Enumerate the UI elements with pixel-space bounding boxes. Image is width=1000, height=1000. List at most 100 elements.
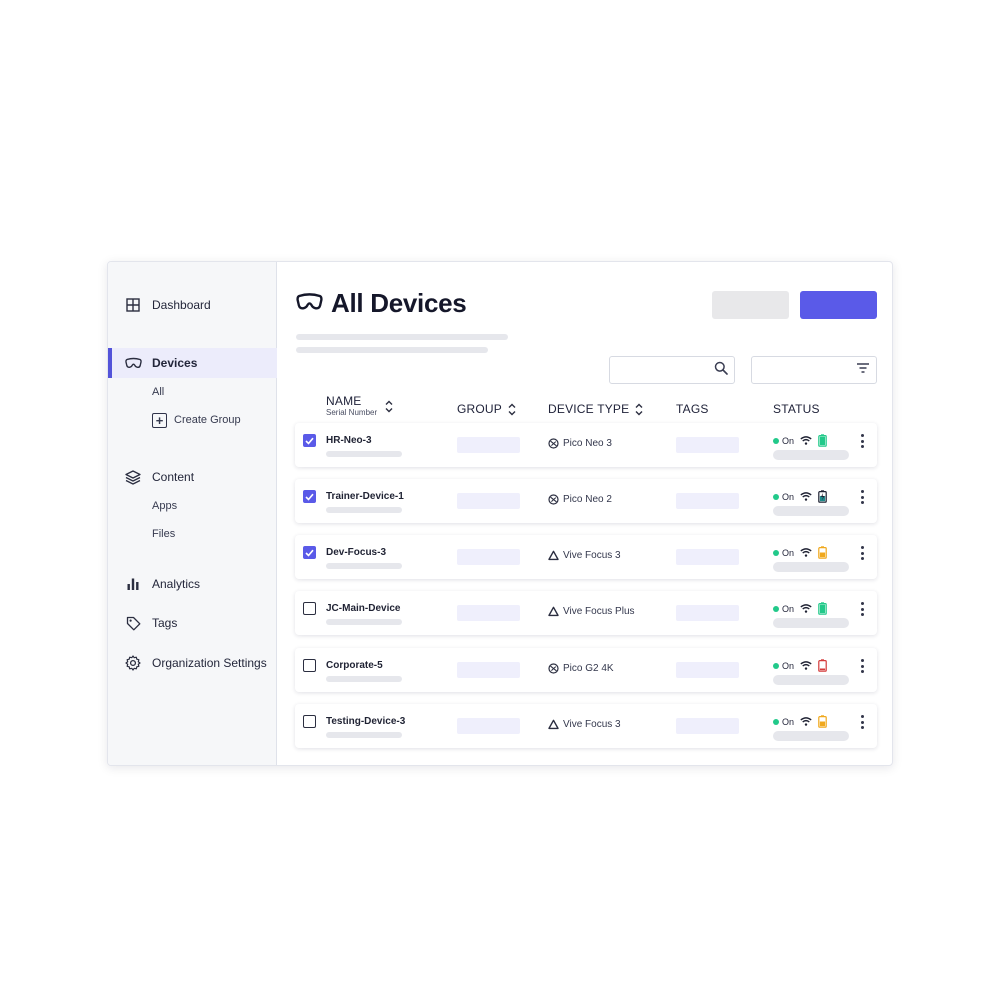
device-type-label: Vive Focus 3 (563, 550, 621, 561)
serial-number-placeholder (326, 732, 402, 738)
more-options-icon[interactable] (858, 490, 866, 504)
table-row[interactable]: Testing-Device-3 Vive Focus 3 On (295, 704, 877, 748)
sidebar-item-dashboard[interactable]: Dashboard (108, 290, 277, 320)
online-indicator (773, 605, 779, 612)
table-row[interactable]: JC-Main-Device Vive Focus Plus On (295, 591, 877, 635)
status-label: On (782, 716, 795, 727)
tags-placeholder (676, 493, 739, 509)
serial-number-placeholder (326, 451, 402, 457)
sidebar-item-devices[interactable]: Devices (108, 348, 277, 378)
column-header-device-type[interactable]: DEVICE TYPE (548, 401, 643, 417)
sidebar-subitem-create-group[interactable]: + Create Group (152, 410, 241, 430)
check-icon (305, 437, 314, 445)
column-header-tags: TAGS (676, 401, 709, 417)
search-icon[interactable] (714, 361, 728, 380)
device-type: Vive Focus Plus (548, 606, 635, 617)
sidebar-item-analytics[interactable]: Analytics (108, 569, 277, 599)
status-detail-placeholder (773, 450, 849, 460)
group-placeholder (457, 549, 520, 565)
sidebar-item-label: Dashboard (152, 298, 211, 312)
battery-full-icon (818, 602, 827, 615)
vive-icon (548, 719, 559, 730)
sidebar-item-organization-settings[interactable]: Organization Settings (108, 648, 277, 678)
row-checkbox[interactable] (303, 490, 316, 503)
column-header-status: STATUS (773, 401, 820, 417)
sort-icon[interactable] (508, 403, 516, 416)
tags-placeholder (676, 662, 739, 678)
online-indicator (773, 662, 779, 669)
tag-icon (124, 614, 142, 632)
sort-icon[interactable] (385, 400, 393, 413)
online-indicator (773, 549, 779, 556)
vive-icon (548, 550, 559, 561)
device-name[interactable]: HR-Neo-3 (326, 435, 372, 446)
device-name[interactable]: Testing-Device-3 (326, 716, 405, 727)
row-checkbox[interactable] (303, 602, 316, 615)
battery-medium-icon (818, 715, 827, 728)
status-label: On (782, 547, 795, 558)
device-name[interactable]: Trainer-Device-1 (326, 491, 404, 502)
device-type-label: Vive Focus 3 (563, 719, 621, 730)
device-status: On (773, 659, 827, 672)
more-options-icon[interactable] (858, 602, 866, 616)
secondary-action-button[interactable] (712, 291, 789, 319)
device-type: Vive Focus 3 (548, 550, 621, 561)
status-label: On (782, 603, 795, 614)
group-placeholder (457, 718, 520, 734)
sidebar-subitem-apps[interactable]: Apps (152, 496, 177, 516)
more-options-icon[interactable] (858, 546, 866, 560)
sidebar-subitem-files[interactable]: Files (152, 524, 175, 544)
serial-number-placeholder (326, 507, 402, 513)
vive-icon (548, 606, 559, 617)
group-placeholder (457, 493, 520, 509)
device-type: Pico Neo 2 (548, 494, 612, 505)
table-row[interactable]: HR-Neo-3 Pico Neo 3 On (295, 423, 877, 467)
sidebar-item-label: Tags (152, 616, 178, 630)
table-row[interactable]: Trainer-Device-1 Pico Neo 2 On (295, 479, 877, 523)
pico-icon (548, 494, 559, 505)
status-detail-placeholder (773, 731, 849, 741)
more-options-icon[interactable] (858, 659, 866, 673)
row-checkbox[interactable] (303, 659, 316, 672)
sidebar-item-label: Devices (152, 356, 198, 370)
filter-icon[interactable] (856, 361, 870, 379)
filter-dropdown[interactable] (751, 356, 877, 384)
sidebar-item-tags[interactable]: Tags (108, 608, 277, 638)
sort-icon[interactable] (635, 403, 643, 416)
more-options-icon[interactable] (858, 434, 866, 448)
device-name[interactable]: Dev-Focus-3 (326, 547, 386, 558)
row-checkbox[interactable] (303, 434, 316, 447)
wifi-icon (800, 492, 812, 501)
gear-icon (124, 654, 142, 672)
row-checkbox[interactable] (303, 546, 316, 559)
sidebar-subitem-all[interactable]: All (152, 382, 164, 402)
device-type-label: Pico Neo 2 (563, 494, 612, 505)
device-name[interactable]: JC-Main-Device (326, 603, 400, 614)
table-row[interactable]: Corporate-5 Pico G2 4K On (295, 648, 877, 692)
more-options-icon[interactable] (858, 715, 866, 729)
column-header-group[interactable]: GROUP (457, 401, 516, 417)
wifi-icon (800, 661, 812, 670)
device-type: Pico G2 4K (548, 663, 614, 674)
device-status: On (773, 490, 827, 503)
serial-number-placeholder (326, 619, 402, 625)
device-name[interactable]: Corporate-5 (326, 660, 383, 671)
sidebar-item-content[interactable]: Content (108, 462, 277, 492)
sidebar-item-label: Analytics (152, 577, 201, 591)
device-type-label: Pico G2 4K (563, 663, 614, 674)
search-field[interactable] (609, 356, 735, 384)
device-status: On (773, 546, 827, 559)
row-checkbox[interactable] (303, 715, 316, 728)
primary-action-button[interactable] (800, 291, 877, 319)
battery-low-icon (818, 659, 827, 672)
search-input[interactable] (616, 361, 706, 379)
status-detail-placeholder (773, 618, 849, 628)
group-placeholder (457, 605, 520, 621)
column-header-name[interactable]: NAME (326, 393, 393, 412)
main-content: All Devices NAME Serial Number GROUP DEV… (278, 262, 892, 765)
online-indicator (773, 493, 779, 500)
battery-medium-icon (818, 546, 827, 559)
device-type-label: Vive Focus Plus (563, 606, 635, 617)
check-icon (305, 549, 314, 557)
table-row[interactable]: Dev-Focus-3 Vive Focus 3 On (295, 535, 877, 579)
